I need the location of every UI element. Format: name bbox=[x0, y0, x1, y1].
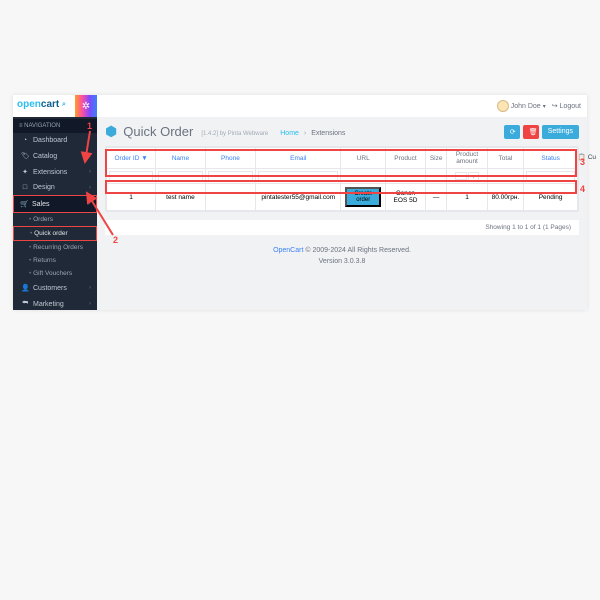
filter-status[interactable] bbox=[526, 171, 575, 181]
app-tile-icon[interactable]: ✲ bbox=[75, 95, 97, 117]
top-header: opencart ⌕ ✲ John Doe ▾ ↪ Logout bbox=[13, 95, 587, 117]
chevron-down-icon: ▾ bbox=[543, 103, 546, 110]
page-title: Quick Order bbox=[123, 124, 193, 139]
annotation-arrow-2 bbox=[85, 191, 115, 239]
avatar bbox=[497, 100, 509, 112]
delete-button[interactable]: 🗑 bbox=[523, 125, 539, 139]
cell-product: Canon EOS 5D bbox=[386, 184, 426, 211]
col-url: URL bbox=[341, 148, 386, 169]
main-content: ⬢ Quick Order [1.4.2] by Pinta Webware H… bbox=[97, 117, 587, 310]
breadcrumb-current: Extensions bbox=[311, 130, 345, 137]
filter-id[interactable] bbox=[109, 171, 153, 181]
filter-phone[interactable] bbox=[208, 171, 254, 181]
settings-button[interactable]: Settings bbox=[542, 125, 579, 139]
col-status[interactable]: Status bbox=[524, 148, 578, 169]
footer: OpenCart © 2009-2024 All Rights Reserved… bbox=[97, 245, 587, 267]
cell-email: pintatester55@gmail.com bbox=[256, 184, 341, 211]
share-icon: ⮪ bbox=[21, 300, 29, 308]
table-row: 1 test name pintatester55@gmail.com Crea… bbox=[107, 184, 578, 211]
refresh-button[interactable]: ⟳ bbox=[504, 125, 520, 139]
table-header-row: Order ID ▼ Name Phone Email URL Product … bbox=[107, 148, 578, 169]
filter-amount-select[interactable]: --▾ bbox=[455, 172, 479, 181]
logout-link[interactable]: ↪ Logout bbox=[552, 102, 581, 110]
tag-icon: 🏷 bbox=[21, 152, 29, 160]
puzzle-icon: ✦ bbox=[21, 168, 29, 176]
cell-status: Pending bbox=[524, 184, 578, 211]
cell-total: 80.00грн. bbox=[487, 184, 524, 211]
orders-table: Order ID ▼ Name Phone Email URL Product … bbox=[106, 147, 578, 211]
col-email[interactable]: Email bbox=[256, 148, 341, 169]
cart-icon: 🛒 bbox=[20, 200, 28, 208]
sidebar-sub-gift[interactable]: Gift Vouchers bbox=[13, 267, 97, 280]
filter-row: --▾ bbox=[107, 169, 578, 184]
annotation-arrow-1 bbox=[85, 129, 103, 171]
col-name[interactable]: Name bbox=[156, 148, 206, 169]
col-total: Total bbox=[487, 148, 524, 169]
breadcrumb-home[interactable]: Home bbox=[280, 130, 299, 137]
sidebar-sub-recurring[interactable]: Recurring Orders bbox=[13, 241, 97, 254]
breadcrumb: Home › Extensions bbox=[280, 130, 345, 137]
footer-version: Version 3.0.3.8 bbox=[319, 258, 366, 265]
page-subtitle: [1.4.2] by Pinta Webware bbox=[201, 131, 268, 137]
page-header: ⬢ Quick Order [1.4.2] by Pinta Webware H… bbox=[97, 117, 587, 146]
filter-name[interactable] bbox=[158, 171, 203, 181]
annotation-4: 4 bbox=[580, 184, 585, 194]
col-amount: Product amount bbox=[447, 148, 487, 169]
col-product: Product bbox=[386, 148, 426, 169]
module-icon: ⬢ bbox=[105, 123, 117, 140]
sidebar-item-customers[interactable]: 👤Customers› bbox=[13, 280, 97, 296]
brand-logo: opencart ⌕ bbox=[17, 99, 66, 110]
user-menu[interactable]: John Doe ▾ bbox=[497, 100, 546, 112]
create-order-button[interactable]: Create order bbox=[345, 187, 381, 207]
sidebar-sub-returns[interactable]: Returns bbox=[13, 254, 97, 267]
logout-icon: ↪ bbox=[552, 102, 558, 110]
user-name: John Doe bbox=[511, 103, 541, 110]
data-panel: Order ID ▼ Name Phone Email URL Product … bbox=[105, 146, 579, 212]
annotation-3: 3 bbox=[580, 157, 585, 167]
footer-brand-link[interactable]: OpenCart bbox=[273, 247, 303, 254]
dashboard-icon: ◔ bbox=[21, 137, 29, 144]
pagination-info: Showing 1 to 1 of 1 (1 Pages) bbox=[105, 220, 579, 235]
desktop-icon: □ bbox=[21, 184, 29, 191]
col-phone[interactable]: Phone bbox=[205, 148, 256, 169]
cell-amount: 1 bbox=[447, 184, 487, 211]
cell-name: test name bbox=[156, 184, 206, 211]
user-icon: 👤 bbox=[21, 284, 29, 292]
col-order-id[interactable]: Order ID ▼ bbox=[107, 148, 156, 169]
cell-size: — bbox=[425, 184, 447, 211]
sidebar-item-marketing[interactable]: ⮪Marketing› bbox=[13, 296, 97, 312]
filter-email[interactable] bbox=[258, 171, 338, 181]
cell-phone bbox=[205, 184, 256, 211]
col-size: Size bbox=[425, 148, 447, 169]
